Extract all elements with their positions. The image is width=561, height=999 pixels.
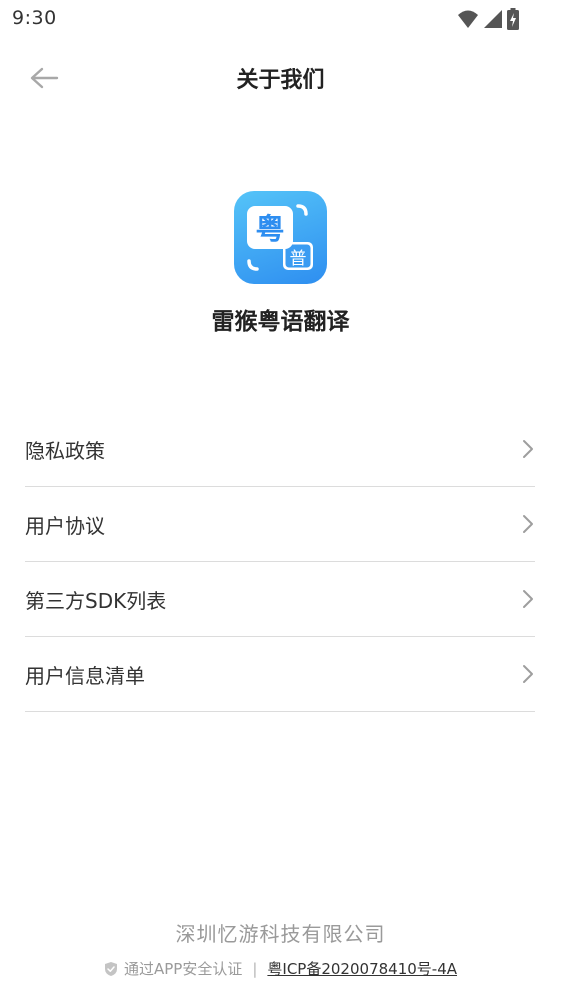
chevron-right-icon — [523, 665, 533, 683]
menu-item-user-agreement[interactable]: 用户协议 — [25, 487, 535, 562]
menu-item-label: 隐私政策 — [25, 438, 105, 463]
menu-item-label: 第三方SDK列表 — [25, 588, 167, 613]
status-bar: 9:30 — [0, 0, 561, 40]
chevron-right-icon — [523, 590, 533, 608]
status-time: 9:30 — [12, 7, 57, 29]
menu-item-sdk-list[interactable]: 第三方SDK列表 — [25, 562, 535, 637]
company-name: 深圳忆游科技有限公司 — [175, 922, 386, 946]
battery-icon — [507, 8, 519, 30]
nav-bar: 关于我们 — [0, 50, 561, 106]
signal-icon — [484, 10, 502, 28]
logo-graphic: 粤 普 — [247, 204, 313, 271]
shield-icon — [104, 961, 117, 976]
page-title: 关于我们 — [236, 68, 325, 93]
footer-certification: 通过APP安全认证 | 粤ICP备2020078410号-4A — [0, 958, 561, 979]
menu-item-label: 用户信息清单 — [25, 663, 145, 688]
logo-sub-char: 普 — [290, 249, 307, 269]
icp-link[interactable]: 粤ICP备2020078410号-4A — [267, 958, 457, 979]
wifi-icon — [458, 10, 478, 28]
app-name: 雷猴粤语翻译 — [211, 309, 350, 335]
logo-main-char: 粤 — [255, 212, 284, 246]
footer-separator: | — [252, 959, 258, 978]
chevron-right-icon — [523, 440, 533, 458]
chevron-right-icon — [523, 515, 533, 533]
app-logo: 粤 普 — [234, 191, 327, 284]
menu-list: 隐私政策 用户协议 第三方SDK列表 用户信息清单 — [25, 412, 535, 712]
status-icons — [457, 8, 519, 30]
security-cert-text: 通过APP安全认证 — [123, 960, 243, 978]
menu-item-label: 用户协议 — [25, 513, 105, 538]
menu-item-user-info-list[interactable]: 用户信息清单 — [25, 637, 535, 712]
menu-item-privacy-policy[interactable]: 隐私政策 — [25, 412, 535, 487]
